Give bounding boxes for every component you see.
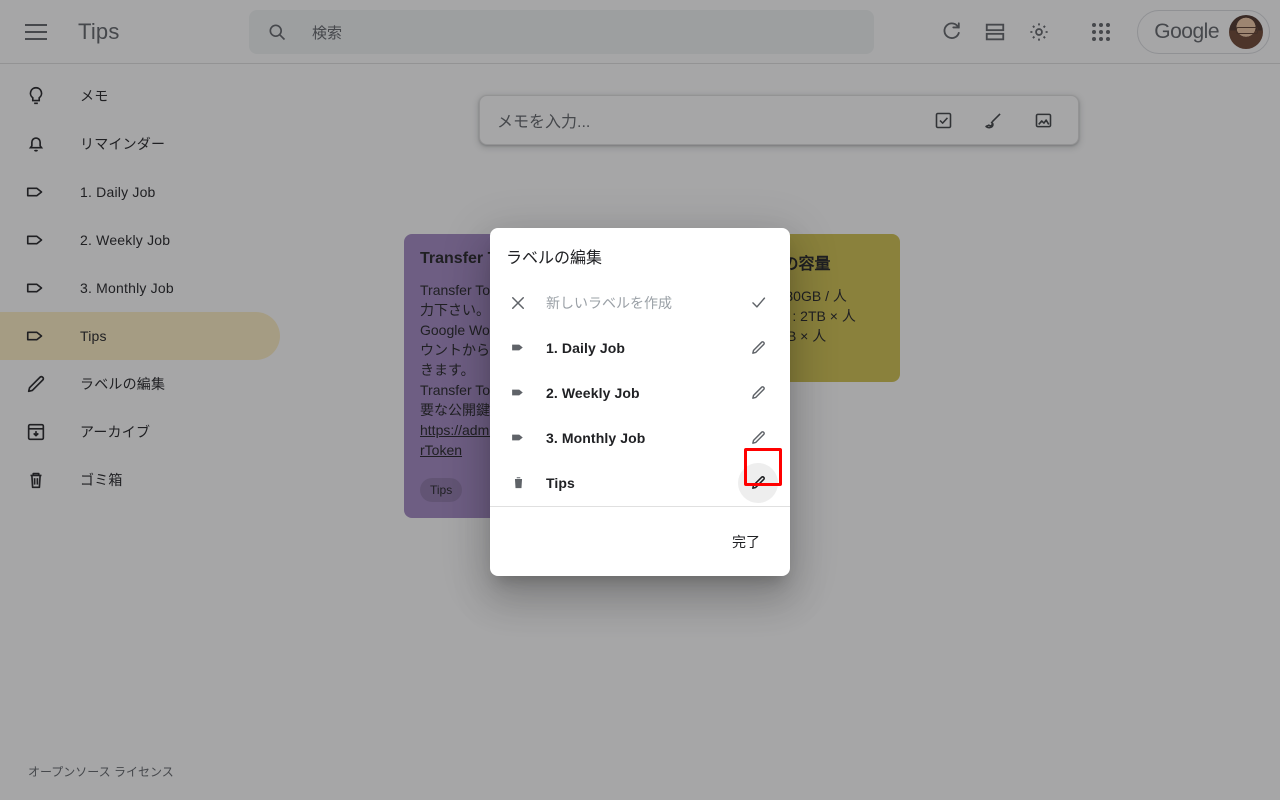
- check-icon[interactable]: [738, 283, 778, 323]
- label-row-weekly-job[interactable]: 2. Weekly Job: [490, 370, 790, 415]
- label-row-monthly-job[interactable]: 3. Monthly Job: [490, 415, 790, 460]
- label-name: Tips: [546, 474, 575, 491]
- label-row-tips[interactable]: Tips: [490, 460, 790, 505]
- google-keep-app: Tips 検索 Google メモ リマインダー 1. Daily Job 2.…: [0, 0, 1280, 800]
- label-row-daily-job[interactable]: 1. Daily Job: [490, 325, 790, 370]
- label-list: 新しいラベルを作成 1. Daily Job 2. Weekly Job 3. …: [490, 278, 790, 506]
- dialog-footer: 完了: [490, 506, 790, 576]
- done-button[interactable]: 完了: [724, 524, 768, 560]
- label-tag-icon: [498, 418, 538, 458]
- new-label-row[interactable]: 新しいラベルを作成: [490, 280, 790, 325]
- pencil-icon[interactable]: [738, 418, 778, 458]
- dialog-title: ラベルの編集: [506, 250, 603, 267]
- label-tag-icon: [498, 328, 538, 368]
- pencil-icon[interactable]: [738, 462, 778, 503]
- label-name: 2. Weekly Job: [546, 384, 640, 401]
- new-label-input[interactable]: 新しいラベルを作成: [546, 293, 738, 313]
- pencil-icon[interactable]: [738, 373, 778, 413]
- label-tag-icon: [498, 373, 538, 413]
- pencil-icon[interactable]: [738, 328, 778, 368]
- close-icon[interactable]: [498, 283, 538, 323]
- trash-icon[interactable]: [498, 463, 538, 503]
- label-name: 3. Monthly Job: [546, 429, 646, 446]
- label-name: 1. Daily Job: [546, 339, 626, 356]
- edit-labels-dialog: ラベルの編集 新しいラベルを作成 1. Daily Job 2. Weekly …: [490, 228, 790, 576]
